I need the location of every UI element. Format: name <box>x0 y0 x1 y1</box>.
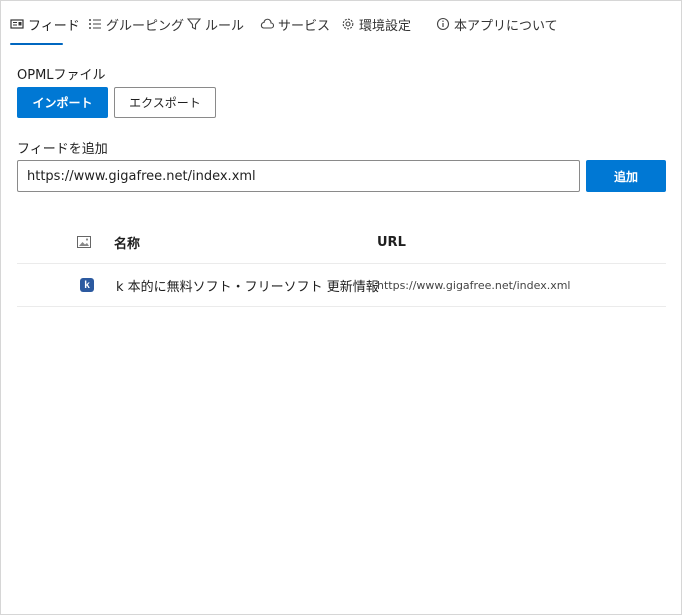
cloud-icon <box>260 18 274 29</box>
tab-about[interactable]: 本アプリについて <box>436 1 558 47</box>
settings-window: フィード グルーピング ルール サービス 環境設定 本アプリについて OPMLフ… <box>0 0 682 615</box>
feed-name: k 本的に無料ソフト・フリーソフト 更新情報 <box>116 279 379 295</box>
tab-services[interactable]: サービス <box>260 1 330 47</box>
add-feed-button[interactable]: 追加 <box>586 160 666 192</box>
feed-icon <box>10 19 24 29</box>
tab-preferences[interactable]: 環境設定 <box>341 1 411 47</box>
info-icon <box>436 17 450 31</box>
favicon-icon: k <box>80 278 94 292</box>
url-column-header[interactable]: URL <box>377 221 406 263</box>
tab-label: ルール <box>205 18 245 34</box>
filter-icon <box>187 18 201 30</box>
tab-label: 本アプリについて <box>454 18 558 34</box>
feed-table-header: 名称 URL <box>17 221 666 264</box>
opml-section-label: OPMLファイル <box>17 68 106 83</box>
import-button[interactable]: インポート <box>17 87 108 118</box>
tab-grouping[interactable]: グルーピング <box>88 1 184 47</box>
name-column-header[interactable]: 名称 <box>114 221 140 263</box>
tab-bar: フィード グルーピング ルール サービス 環境設定 本アプリについて <box>1 1 681 47</box>
table-row[interactable]: k k 本的に無料ソフト・フリーソフト 更新情報 https://www.gig… <box>17 264 666 307</box>
tab-feed[interactable]: フィード <box>10 1 80 47</box>
tab-label: グルーピング <box>106 18 185 34</box>
grouping-list-icon <box>89 19 101 29</box>
feed-url: https://www.gigafree.net/index.xml <box>377 278 571 292</box>
active-tab-indicator <box>10 43 63 45</box>
export-button[interactable]: エクスポート <box>114 87 216 118</box>
add-feed-section-label: フィードを追加 <box>17 142 108 157</box>
feed-url-input[interactable] <box>17 160 580 192</box>
tab-label: サービス <box>278 18 331 34</box>
image-column-header <box>77 221 91 263</box>
tab-label: 環境設定 <box>359 18 412 34</box>
feed-favicon: k <box>80 264 94 306</box>
image-icon <box>77 236 91 248</box>
gear-icon <box>342 18 354 30</box>
tab-label: フィード <box>28 18 80 34</box>
tab-rules[interactable]: ルール <box>187 1 244 47</box>
